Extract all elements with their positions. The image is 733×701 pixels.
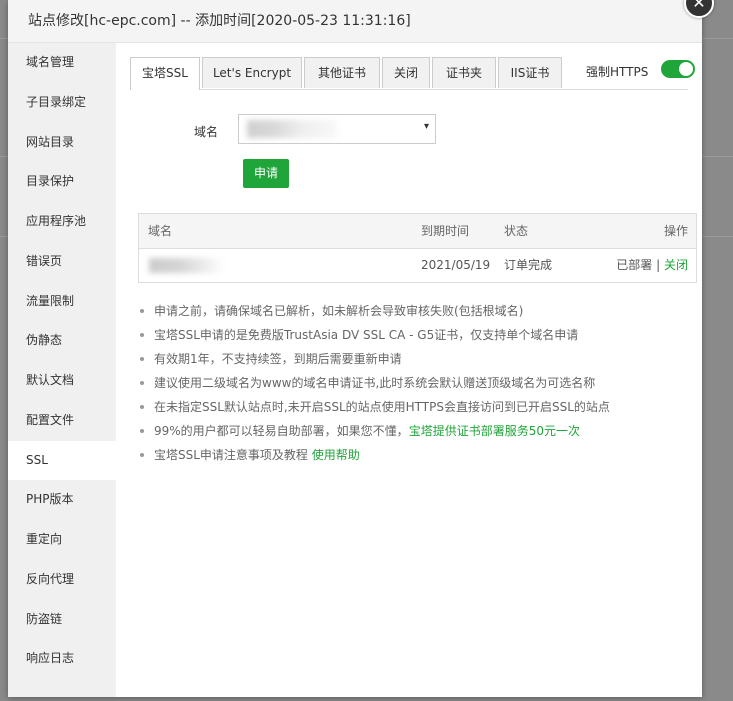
tips-list: 申请之前，请确保域名已解析，如未解析会导致审核失败(包括根域名) 宝塔SSL申请…	[136, 299, 696, 467]
sidebar-item-dir-protection[interactable]: 目录保护	[8, 162, 116, 202]
deploy-service-link[interactable]: 宝塔提供证书部署服务50元一次	[409, 424, 580, 438]
header-expire: 到期时间	[421, 224, 470, 238]
table-header: 域名 到期时间 状态 操作	[139, 214, 696, 249]
domain-select[interactable]: ▾	[238, 114, 436, 144]
tip-text: 在未指定SSL默认站点时,未开启SSL的站点使用HTTPS会直接访问到已开启SS…	[154, 400, 610, 414]
redacted-domain	[149, 258, 224, 273]
sidebar-item-traffic-limit[interactable]: 流量限制	[8, 282, 116, 322]
redacted-domain	[247, 120, 337, 138]
sidebar-item-php-version[interactable]: PHP版本	[8, 480, 116, 520]
tip-text: 99%的用户都可以轻易自助部署，如果您不懂，	[154, 424, 409, 438]
list-item: 建议使用二级域名为www的域名申请证书,此时系统会默认赠送顶级域名为可选名称	[136, 371, 696, 395]
dialog-title: 站点修改[hc-epc.com] -- 添加时间[2020-05-23 11:3…	[8, 0, 702, 43]
sidebar-item-default-doc[interactable]: 默认文档	[8, 361, 116, 401]
sidebar-item-reverse-proxy[interactable]: 反向代理	[8, 560, 116, 600]
settings-sidebar: 域名管理 子目录绑定 网站目录 目录保护 应用程序池 错误页 流量限制 伪静态 …	[8, 43, 116, 697]
force-https-toggle[interactable]	[661, 60, 695, 78]
tab-iis-cert[interactable]: IIS证书	[498, 57, 562, 88]
sidebar-item-ssl[interactable]: SSL	[8, 440, 116, 481]
site-settings-dialog: 站点修改[hc-epc.com] -- 添加时间[2020-05-23 11:3…	[8, 0, 714, 697]
sidebar-item-rewrite[interactable]: 伪静态	[8, 321, 116, 361]
row-actions: 已部署 | 关闭	[616, 249, 688, 282]
sidebar-item-config-file[interactable]: 配置文件	[8, 401, 116, 441]
bullet-icon	[140, 357, 144, 361]
caret-down-icon: ▾	[423, 121, 429, 132]
sidebar-item-response-log[interactable]: 响应日志	[8, 639, 116, 679]
sidebar-item-app-pool[interactable]: 应用程序池	[8, 202, 116, 242]
tab-close[interactable]: 关闭	[382, 57, 430, 88]
tip-text: 申请之前，请确保域名已解析，如未解析会导致审核失败(包括根域名)	[154, 304, 524, 318]
tab-baota-ssl[interactable]: 宝塔SSL	[130, 57, 200, 90]
header-status: 状态	[504, 224, 529, 238]
list-item: 在未指定SSL默认站点时,未开启SSL的站点使用HTTPS会直接访问到已开启SS…	[136, 395, 696, 419]
tip-text: 宝塔SSL申请的是免费版TrustAsia DV SSL CA - G5证书，仅…	[154, 328, 579, 342]
apply-button[interactable]: 申请	[243, 159, 289, 188]
sidebar-item-hotlink[interactable]: 防盗链	[8, 600, 116, 640]
help-link[interactable]: 使用帮助	[312, 448, 360, 462]
order-status: 订单完成	[504, 258, 553, 272]
deployed-status: 已部署	[616, 258, 653, 272]
toggle-knob	[679, 62, 693, 76]
bullet-icon	[140, 405, 144, 409]
sidebar-item-error-page[interactable]: 错误页	[8, 242, 116, 282]
list-item: 宝塔SSL申请注意事项及教程 使用帮助	[136, 443, 696, 467]
tip-text: 有效期1年，不支持续签，到期后需要重新申请	[154, 352, 402, 366]
list-item: 有效期1年，不支持续签，到期后需要重新申请	[136, 347, 696, 371]
sidebar-item-redirect[interactable]: 重定向	[8, 520, 116, 560]
force-https-label: 强制HTTPS	[586, 65, 649, 79]
close-ssl-link[interactable]: 关闭	[664, 258, 688, 272]
tab-cert-folder[interactable]: 证书夹	[432, 57, 496, 88]
sidebar-item-domain[interactable]: 域名管理	[8, 43, 116, 83]
tab-lets-encrypt[interactable]: Let's Encrypt	[202, 57, 302, 88]
bullet-icon	[140, 381, 144, 385]
bullet-icon	[140, 429, 144, 433]
action-separator: |	[656, 258, 661, 272]
tip-text: 建议使用二级域名为www的域名申请证书,此时系统会默认赠送顶级域名为可选名称	[154, 376, 596, 390]
ssl-panel: 宝塔SSL Let's Encrypt 其他证书 关闭 证书夹 IIS证书 强制…	[116, 43, 702, 697]
sidebar-item-site-directory[interactable]: 网站目录	[8, 123, 116, 163]
bullet-icon	[140, 309, 144, 313]
domain-field-label: 域名	[194, 125, 219, 139]
expire-date: 2021/05/19	[421, 258, 491, 272]
header-action: 操作	[663, 224, 688, 238]
list-item: 99%的用户都可以轻易自助部署，如果您不懂，宝塔提供证书部署服务50元一次	[136, 419, 696, 443]
list-item: 宝塔SSL申请的是免费版TrustAsia DV SSL CA - G5证书，仅…	[136, 323, 696, 347]
bullet-icon	[140, 333, 144, 337]
bullet-icon	[140, 453, 144, 457]
header-domain: 域名	[148, 224, 173, 238]
sidebar-item-subdir-binding[interactable]: 子目录绑定	[8, 83, 116, 123]
tip-text: 宝塔SSL申请注意事项及教程	[154, 448, 312, 462]
cert-table: 域名 到期时间 状态 操作 2021/05/19 订单完成 已部署 | 关闭	[138, 213, 697, 283]
table-row: 2021/05/19 订单完成 已部署 | 关闭	[139, 249, 696, 282]
list-item: 申请之前，请确保域名已解析，如未解析会导致审核失败(包括根域名)	[136, 299, 696, 323]
tab-other-cert[interactable]: 其他证书	[304, 57, 380, 88]
